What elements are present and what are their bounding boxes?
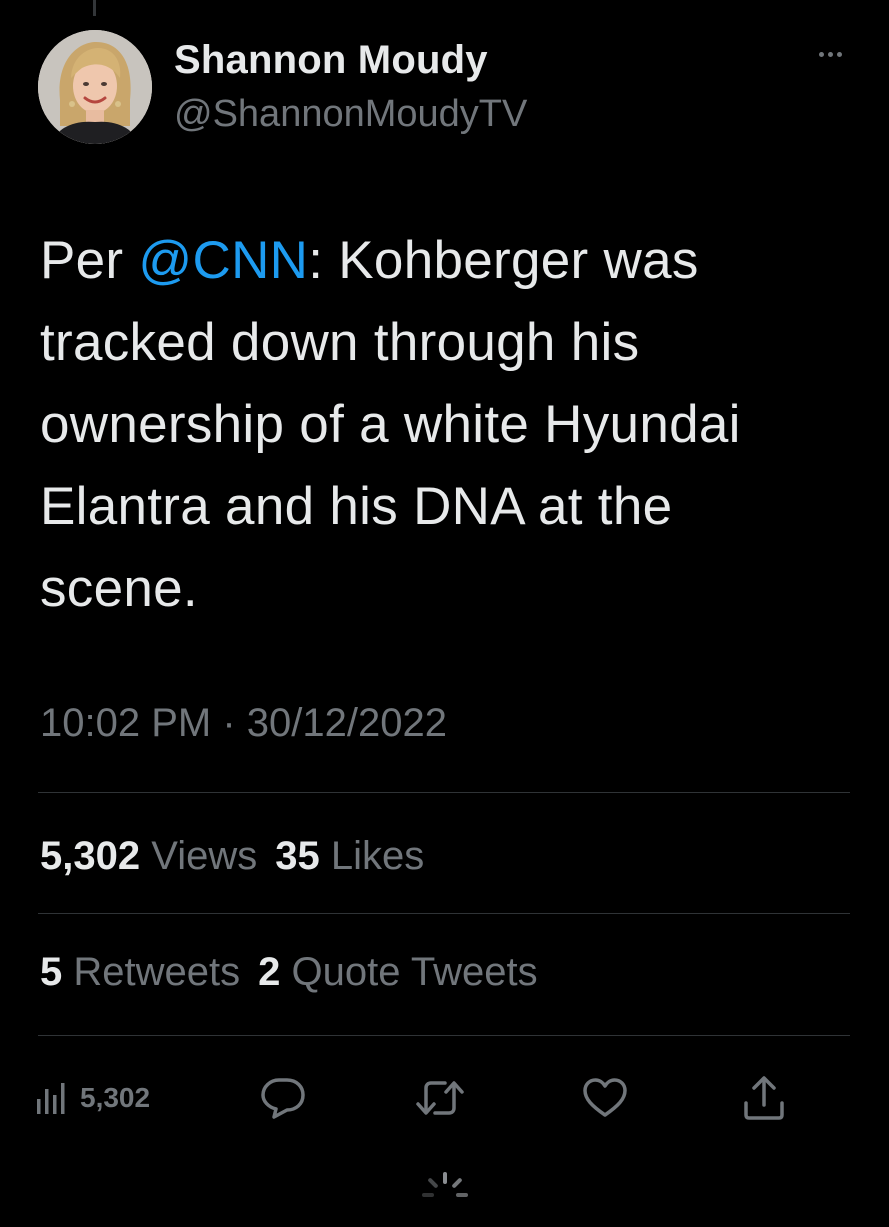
tweet-action-bar: 5,302 bbox=[30, 1070, 850, 1126]
stats-retweets-quotes: 5 Retweets 2 Quote Tweets bbox=[40, 944, 538, 1000]
likes-stat[interactable]: 35 Likes bbox=[275, 834, 424, 878]
retweet-button[interactable] bbox=[415, 1070, 465, 1126]
views-count: 5,302 bbox=[40, 834, 141, 878]
avatar-image bbox=[38, 30, 152, 144]
share-button[interactable] bbox=[742, 1070, 786, 1126]
retweet-icon bbox=[416, 1081, 464, 1115]
likes-label: Likes bbox=[330, 834, 425, 878]
quotes-count: 2 bbox=[258, 950, 281, 994]
retweets-stat[interactable]: 5 Retweets bbox=[40, 950, 240, 994]
author-display-name[interactable]: Shannon Moudy bbox=[174, 36, 527, 84]
analytics-button[interactable]: 5,302 bbox=[36, 1070, 150, 1126]
tweet-text-before: Per bbox=[40, 231, 139, 290]
analytics-count: 5,302 bbox=[80, 1082, 151, 1113]
avatar[interactable] bbox=[38, 30, 152, 144]
like-icon bbox=[583, 1078, 627, 1117]
like-button[interactable] bbox=[582, 1070, 628, 1126]
tweet-timestamp[interactable]: 10:02 PM · 30/12/2022 bbox=[40, 695, 447, 751]
tweet-header: Shannon Moudy @ShannonMoudyTV bbox=[38, 30, 850, 145]
stats-views-likes: 5,302 Views 35 Likes bbox=[40, 828, 424, 884]
views-stat[interactable]: 5,302 Views bbox=[40, 834, 257, 878]
tweet-text: Per @CNN: Kohberger was tracked down thr… bbox=[40, 220, 840, 630]
loading-spinner-icon bbox=[418, 1168, 472, 1222]
quotes-label: Quote Tweets bbox=[291, 950, 538, 994]
divider bbox=[38, 1035, 850, 1036]
share-icon bbox=[744, 1076, 784, 1120]
divider bbox=[38, 913, 850, 914]
likes-count: 35 bbox=[275, 834, 320, 878]
analytics-icon bbox=[37, 1083, 65, 1114]
more-options-icon[interactable] bbox=[810, 44, 850, 64]
retweets-count: 5 bbox=[40, 950, 63, 994]
reply-icon bbox=[261, 1078, 305, 1119]
author-names: Shannon Moudy @ShannonMoudyTV bbox=[174, 36, 527, 138]
author-handle[interactable]: @ShannonMoudyTV bbox=[174, 90, 527, 138]
thread-connector-line bbox=[93, 0, 96, 16]
quotes-stat[interactable]: 2 Quote Tweets bbox=[258, 950, 537, 994]
reply-button[interactable] bbox=[260, 1070, 306, 1126]
mention-link[interactable]: @CNN bbox=[138, 231, 308, 290]
retweets-label: Retweets bbox=[73, 950, 241, 994]
views-label: Views bbox=[151, 834, 258, 878]
divider bbox=[38, 792, 850, 793]
